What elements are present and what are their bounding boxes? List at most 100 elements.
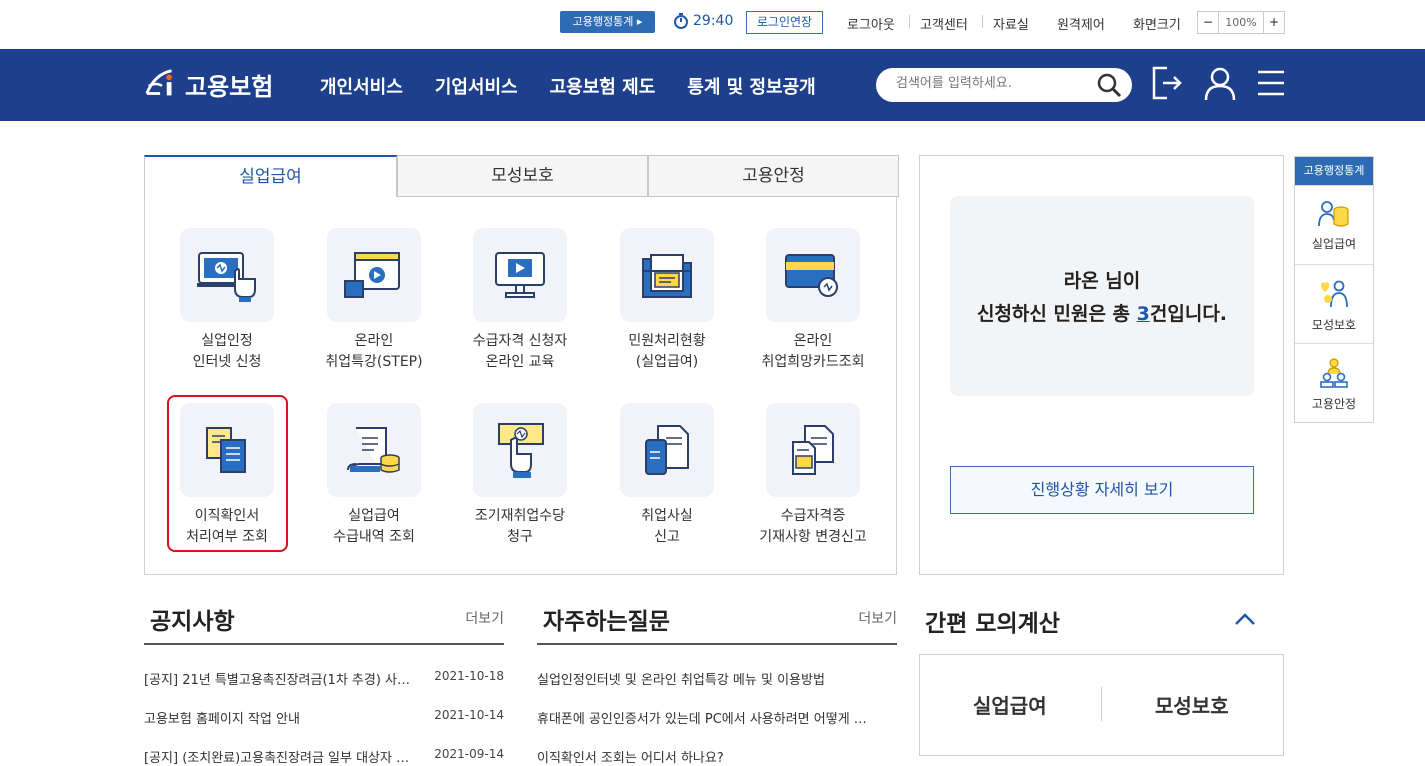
id-document-icon [792,425,834,475]
faq-row[interactable]: 이직확인서 조회는 어디서 하나요? [537,723,897,766]
group-icon [1320,358,1348,388]
notice-board: 공지사항 더보기 [공지] 21년 특별고용촉진장려금(1차 추경) 사업 종료… [144,598,504,766]
extend-login-button[interactable]: 로그인연장 [746,11,823,34]
faq-board: 자주하는질문 더보기 실업인정인터넷 및 온라인 취업특강 메뉴 및 이용방법 … [537,598,897,766]
notice-row[interactable]: 고용보험 홈페이지 작업 안내 2021-10-14 [144,684,504,727]
chevron-up-icon[interactable] [1234,612,1256,626]
main-header: 고용보험 개인서비스 기업서비스 고용보험 제도 통계 및 정보공개 [0,49,1425,121]
faq-more-link[interactable]: 더보기 [858,608,897,628]
logout-icon[interactable] [1151,66,1183,100]
count-prefix: 신청하신 민원은 총 [976,303,1137,325]
screen-size-label: 화면크기 [1133,18,1181,33]
site-logo[interactable]: 고용보험 [143,65,273,103]
notice-row-date: 2021-09-14 [434,747,504,761]
archive-link[interactable]: 자료실 [993,14,1029,33]
highlight-outline [167,395,288,552]
service-label: 민원처리현황 [628,333,706,349]
zoom-out-button[interactable]: − [1198,12,1219,33]
scroll-coins-icon [347,427,400,473]
faq-row-title[interactable]: 이직확인서 조회는 어디서 하나요? [537,747,877,766]
notice-row-title[interactable]: [공지] (조치완료)고용촉진장려금 일부 대상자 안내 [144,747,419,766]
service-item[interactable]: 온라인취업특강(STEP) [304,228,444,373]
video-monitor-icon [495,252,545,298]
service-item[interactable]: 온라인취업희망카드조회 [743,228,883,373]
progress-detail-button[interactable]: 진행상황 자세히 보기 [950,466,1254,514]
calc-unemployment-button[interactable]: 실업급여 [973,690,1047,719]
service-label: 실업급여 [348,508,400,524]
logo-text: 고용보험 [185,72,274,101]
faq-row[interactable]: 휴대폰에 공인인증서가 있는데 PC에서 사용하려면 어떻게 하나요? [537,684,897,727]
service-item[interactable]: 실업인정인터넷 신청 [157,228,297,373]
service-label: 신고 [654,529,680,545]
notice-row-date: 2021-10-14 [434,708,504,722]
service-item[interactable]: 민원처리현황 (실업급여) [597,228,737,373]
utility-bar: 고용행정통계 ▸ 29:40 로그인연장 로그아웃 고객센터 자료실 원격제어 … [0,0,1425,48]
faq-title: 자주하는질문 [543,609,670,635]
service-item[interactable]: 수급자격 신청자 온라인 교육 [450,228,590,373]
quick-item-unemployment[interactable]: 실업급여 [1295,185,1373,264]
timer-value: 29:40 [693,13,734,29]
service-panel: 실업급여 모성보호 고용안정 실업인정 인터넷 신청 온라인 취업특강(STEP… [144,155,899,575]
service-item[interactable]: 수급자격증기재사항 변경신고 [743,403,883,548]
quick-item-label: 모성보호 [1311,318,1357,332]
zoom-control: − 100% + [1197,11,1285,34]
notice-more-link[interactable]: 더보기 [465,608,504,628]
faq-row[interactable]: 실업인정인터넷 및 온라인 취업특강 메뉴 및 이용방법 [537,645,897,688]
service-label: 온라인 [354,333,394,349]
notice-row[interactable]: [공지] 21년 특별고용촉진장려금(1차 추경) 사업 종료 안내 2021-… [144,645,504,688]
notice-row-date: 2021-10-18 [434,669,504,683]
service-label: 취업희망카드조회 [761,354,865,370]
logout-link[interactable]: 로그아웃 [847,14,895,33]
stats-button[interactable]: 고용행정통계 ▸ [560,11,655,33]
service-label: 청구 [507,529,533,545]
zoom-value: 100% [1225,16,1257,29]
stopwatch-icon [674,13,688,29]
service-label: 기재사항 변경신고 [759,529,867,545]
user-icon[interactable] [1203,66,1237,102]
quick-stats-menu: 고용행정통계 실업급여 모성보호 고용안정 [1294,156,1374,423]
search-input[interactable] [896,76,1076,91]
quick-item-stability[interactable]: 고용안정 [1295,343,1373,422]
service-label: 취업특강(STEP) [325,354,423,370]
application-status-card: 라온 님이 신청하신 민원은 총 3건입니다. 진행상황 자세히 보기 [919,155,1284,575]
calculator-title: 간편 모의계산 [925,611,1060,637]
menu-icon[interactable] [1257,69,1285,97]
card-icon [785,254,838,297]
calc-maternity-button[interactable]: 모성보호 [1155,690,1229,719]
zoom-in-button[interactable]: + [1263,12,1284,33]
divider [982,15,983,28]
quick-item-maternity[interactable]: 모성보호 [1295,264,1373,343]
service-item[interactable]: 실업급여 수급내역 조회 [304,403,444,548]
quick-item-label: 고용안정 [1311,397,1357,411]
divider [1101,687,1102,721]
service-label: 수급자격증 [780,508,846,524]
status-summary: 라온 님이 신청하신 민원은 총 3건입니다. [950,196,1254,396]
phone-document-icon [645,425,689,475]
notice-title: 공지사항 [150,609,235,635]
tab-employment-stability[interactable]: 고용안정 [648,155,899,197]
session-timer: 29:40 [673,13,733,29]
mother-child-icon [1321,280,1348,308]
service-label: 취업사실 [641,508,693,524]
remote-control-link[interactable]: 원격제어 [1057,14,1105,33]
service-label: (실업급여) [635,354,699,370]
nav-statistics[interactable]: 통계 및 정보공개 [687,73,815,99]
service-label: 온라인 [793,333,833,349]
service-item[interactable]: 취업사실신고 [597,403,737,548]
service-label: 실업인정 [201,333,253,349]
service-label: 인터넷 신청 [192,354,262,370]
count-suffix: 건입니다. [1149,303,1228,325]
nav-personal[interactable]: 개인서비스 [320,73,403,99]
tab-maternity[interactable]: 모성보호 [397,155,648,197]
people-coins-icon [1318,201,1349,227]
tab-unemployment[interactable]: 실업급여 [144,155,397,197]
nav-system[interactable]: 고용보험 제도 [550,73,656,99]
search-icon[interactable] [1096,72,1122,98]
service-label: 조기재취업수당 [474,508,566,524]
application-count-link[interactable]: 3 [1137,303,1150,325]
nav-business[interactable]: 기업서비스 [435,73,518,99]
customer-center-link[interactable]: 고객센터 [920,14,968,33]
quick-menu-title: 고용행정통계 [1295,157,1373,185]
notice-row[interactable]: [공지] (조치완료)고용촉진장려금 일부 대상자 안내 2021-09-14 [144,723,504,766]
service-item[interactable]: 조기재취업수당청구 [450,403,590,548]
